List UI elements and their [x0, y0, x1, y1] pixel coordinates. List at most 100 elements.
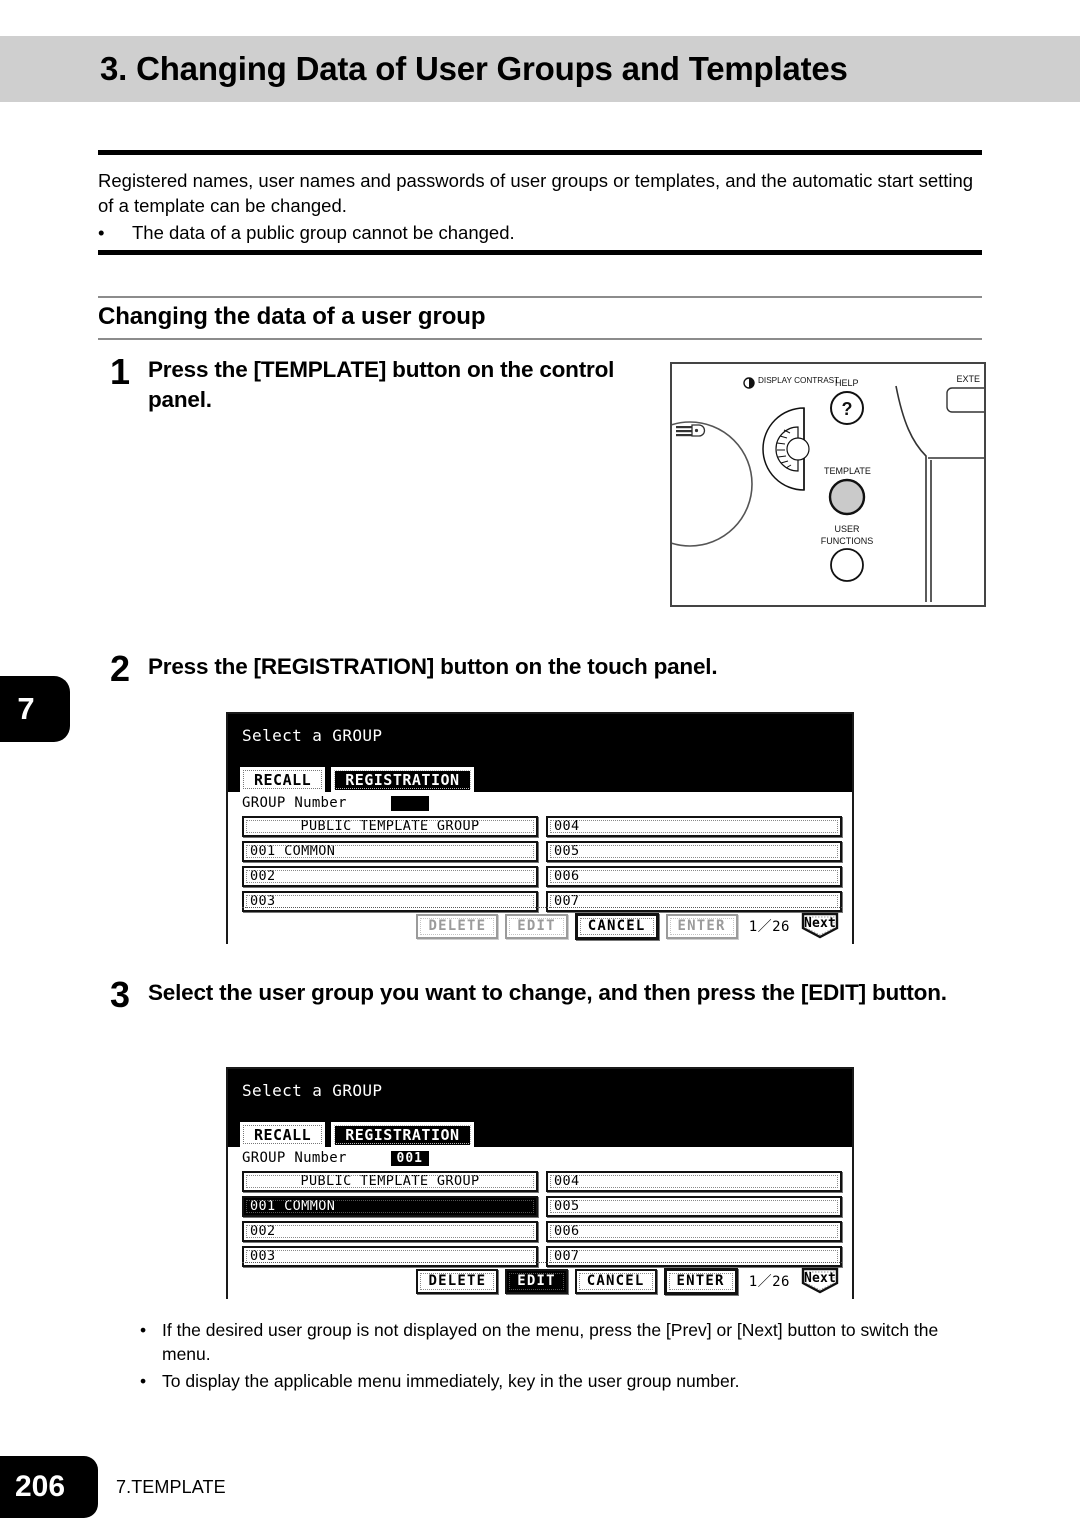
- panel2-enter-button[interactable]: ENTER: [663, 1267, 738, 1295]
- intro-rule-bottom: [98, 250, 982, 255]
- footer-page-number-box: 206: [0, 1456, 98, 1518]
- control-panel-drawing: DISPLAY CONTRAST HELP ? TEMPLATE USER FU…: [672, 374, 984, 602]
- chapter-tab-number: 7: [17, 691, 35, 726]
- panel2-group-item-007[interactable]: 007: [546, 1246, 842, 1267]
- panel1-tabs: RECALL REGISTRATION: [240, 767, 474, 792]
- panel2-cancel-button[interactable]: CANCEL: [574, 1268, 657, 1294]
- panel1-next-button[interactable]: Next: [800, 912, 840, 940]
- note-bullet-icon: •: [140, 1320, 147, 1340]
- touch-panel-screenshot-2: Select a GROUP RECALL REGISTRATION GROUP…: [226, 1067, 854, 1299]
- panel2-delete-button[interactable]: DELETE: [416, 1268, 499, 1294]
- panel2-group-item-002[interactable]: 002: [242, 1221, 538, 1242]
- panel1-tab-recall-label: RECALL: [254, 771, 312, 789]
- chapter-tab-marker: 7: [0, 676, 70, 742]
- template-button[interactable]: [828, 478, 866, 516]
- panel2-page-count: 1／26: [748, 1274, 790, 1290]
- step-3: 3 Select the user group you want to chan…: [110, 974, 990, 1015]
- panel1-group-number-label: GROUP Number: [242, 795, 347, 811]
- step-3-text: Select the user group you want to change…: [148, 980, 947, 1005]
- panel1-cancel-button[interactable]: CANCEL: [574, 912, 659, 940]
- contrast-half-circle-icon: [743, 377, 755, 389]
- note-item: • To display the applicable menu immedia…: [140, 1369, 990, 1393]
- panel1-group-item-002[interactable]: 002: [242, 866, 538, 887]
- bullet-marker-icon: •: [98, 222, 105, 243]
- step-1-text: Press the [TEMPLATE] button on the contr…: [148, 357, 615, 412]
- panel1-delete-button[interactable]: DELETE: [416, 913, 499, 939]
- panel1-tab-registration[interactable]: REGISTRATION: [331, 767, 474, 792]
- subsection-rule-bottom: [98, 338, 982, 340]
- note-text-2: To display the applicable menu immediate…: [162, 1371, 740, 1391]
- help-label: HELP: [835, 378, 859, 388]
- start-button-circle: [672, 421, 753, 547]
- step-2-number: 2: [110, 648, 131, 689]
- panel2-body: GROUP Number 001 PUBLIC TEMPLATE GROUP 0…: [228, 1147, 852, 1299]
- panel2-tabs: RECALL REGISTRATION: [240, 1122, 474, 1147]
- user-functions-label-line1: USER: [834, 524, 860, 534]
- touch-panel-screenshot-1: Select a GROUP RECALL REGISTRATION GROUP…: [226, 712, 854, 944]
- panel2-group-item-004[interactable]: 004: [546, 1171, 842, 1192]
- panel2-group-grid: PUBLIC TEMPLATE GROUP 004 001 COMMON 005…: [228, 1169, 852, 1267]
- panel1-group-item-003[interactable]: 003: [242, 891, 538, 912]
- panel2-edit-button[interactable]: EDIT: [505, 1268, 568, 1294]
- panel1-enter-button[interactable]: ENTER: [665, 913, 738, 939]
- panel2-group-item-003[interactable]: 003: [242, 1246, 538, 1267]
- display-contrast-label: DISPLAY CONTRAST: [758, 376, 839, 385]
- footer-chapter-label: 7.TEMPLATE: [116, 1477, 226, 1497]
- panel1-group-item-001[interactable]: 001 COMMON: [242, 841, 538, 862]
- panel2-next-button[interactable]: Next: [800, 1267, 840, 1295]
- intro-bullet: • The data of a public group cannot be c…: [98, 220, 988, 245]
- panel2-group-item-006[interactable]: 006: [546, 1221, 842, 1242]
- panel1-divider: [242, 907, 842, 908]
- panel1-titlebar: Select a GROUP RECALL REGISTRATION: [228, 714, 852, 792]
- panel1-group-item-007[interactable]: 007: [546, 891, 842, 912]
- panel2-tab-registration[interactable]: REGISTRATION: [331, 1122, 474, 1147]
- step-2-text: Press the [REGISTRATION] button on the t…: [148, 654, 718, 679]
- page-header: 3. Changing Data of User Groups and Temp…: [0, 36, 1080, 102]
- panel2-divider: [242, 1262, 842, 1263]
- exte-button[interactable]: [946, 387, 984, 413]
- panel2-action-bar: DELETE EDIT CANCEL ENTER 1／26 Next: [228, 1267, 852, 1295]
- panel1-group-item-006[interactable]: 006: [546, 866, 842, 887]
- step-2: 2 Press the [REGISTRATION] button on the…: [110, 648, 910, 689]
- panel1-prompt: Select a GROUP: [242, 726, 383, 745]
- panel1-group-item-005[interactable]: 005: [546, 841, 842, 862]
- panel2-tab-recall-label: RECALL: [254, 1126, 312, 1144]
- panel2-group-item-005[interactable]: 005: [546, 1196, 842, 1217]
- panel2-prompt: Select a GROUP: [242, 1081, 383, 1100]
- panel1-edit-button[interactable]: EDIT: [505, 913, 568, 939]
- subsection-title: Changing the data of a user group: [98, 303, 486, 330]
- intro-paragraph: Registered names, user names and passwor…: [98, 170, 974, 216]
- step-1: 1 Press the [TEMPLATE] button on the con…: [110, 351, 650, 415]
- panel-body-curve: [895, 385, 927, 602]
- panel2-group-item-public[interactable]: PUBLIC TEMPLATE GROUP: [242, 1171, 538, 1192]
- panel2-group-number-label: GROUP Number: [242, 1150, 347, 1166]
- panel2-titlebar: Select a GROUP RECALL REGISTRATION: [228, 1069, 852, 1147]
- panel1-page-count: 1／26: [748, 919, 790, 935]
- panel1-group-number-row: GROUP Number: [228, 792, 852, 814]
- panel1-tab-recall[interactable]: RECALL: [240, 767, 326, 792]
- panel2-group-number-input[interactable]: 001: [390, 1150, 429, 1166]
- step-1-number: 1: [110, 351, 131, 392]
- display-contrast-dial[interactable]: [762, 407, 810, 491]
- panel1-group-number-input[interactable]: [390, 795, 429, 811]
- panel1-tab-registration-label: REGISTRATION: [345, 771, 460, 789]
- user-functions-button[interactable]: [830, 548, 864, 582]
- help-question-icon: ?: [842, 399, 853, 419]
- panel1-group-item-public[interactable]: PUBLIC TEMPLATE GROUP: [242, 816, 538, 837]
- note-text-1: If the desired user group is not display…: [162, 1320, 939, 1364]
- template-label: TEMPLATE: [824, 466, 871, 476]
- footer-page-number: 206: [14, 1470, 66, 1503]
- control-panel-illustration: DISPLAY CONTRAST HELP ? TEMPLATE USER FU…: [670, 362, 986, 607]
- intro-bullet-text: The data of a public group cannot be cha…: [132, 222, 515, 243]
- panel2-group-item-001[interactable]: 001 COMMON: [242, 1196, 538, 1217]
- panel2-tab-recall[interactable]: RECALL: [240, 1122, 326, 1147]
- note-item: • If the desired user group is not displ…: [140, 1318, 990, 1366]
- panel1-body: GROUP Number PUBLIC TEMPLATE GROUP 004 0…: [228, 792, 852, 944]
- exte-label: EXTE: [956, 374, 980, 384]
- paper-feed-icon: [676, 424, 706, 437]
- note-bullet-icon: •: [140, 1371, 147, 1391]
- step-3-number: 3: [110, 974, 131, 1015]
- intro-block: Registered names, user names and passwor…: [98, 168, 988, 245]
- panel1-group-item-004[interactable]: 004: [546, 816, 842, 837]
- panel1-group-grid: PUBLIC TEMPLATE GROUP 004 001 COMMON 005…: [228, 814, 852, 912]
